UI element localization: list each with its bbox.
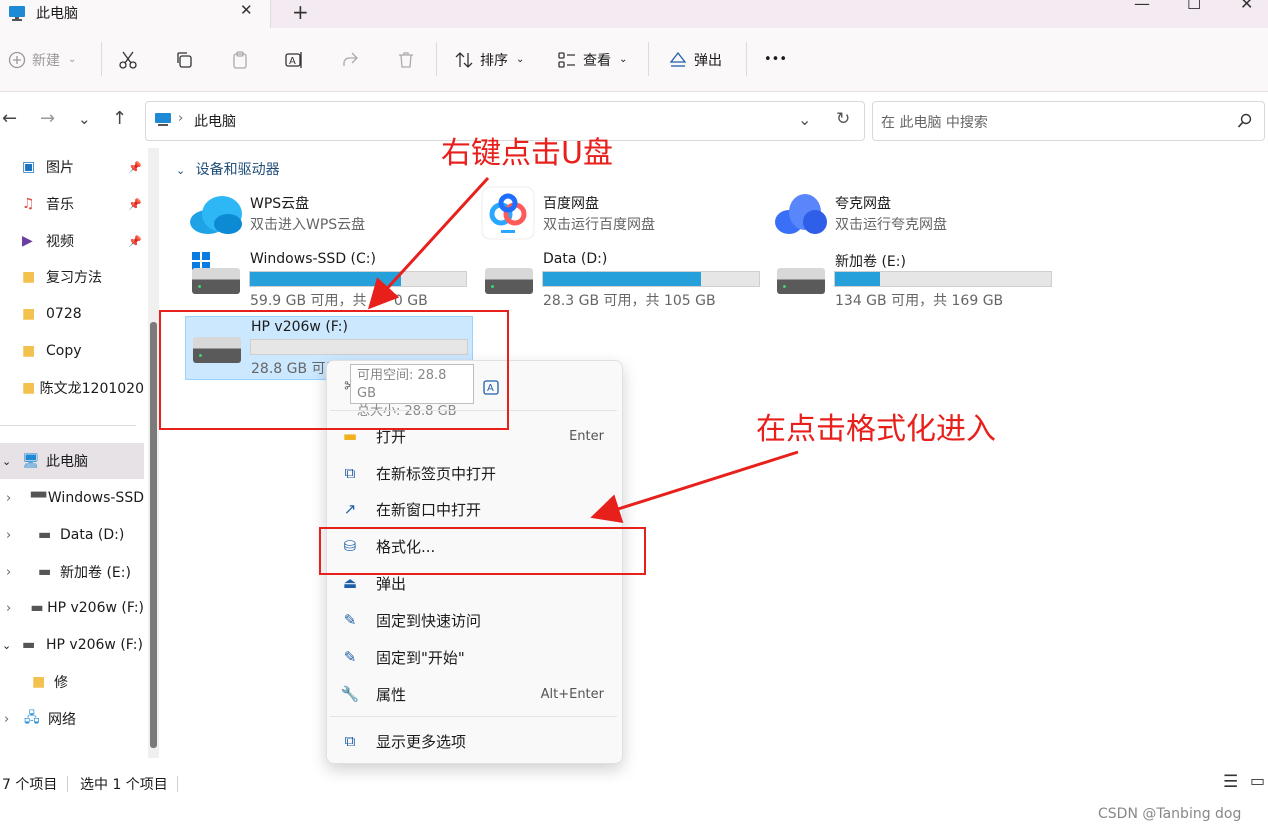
status-divider — [67, 776, 68, 792]
status-item-count: 7 个项目 — [2, 777, 58, 793]
arrow-to-usb — [367, 176, 490, 310]
details-view-icon[interactable]: ☰ — [1223, 772, 1238, 792]
tiles-view-icon[interactable]: ▭ — [1250, 771, 1265, 790]
status-divider — [177, 776, 178, 792]
annotation-arrows — [367, 176, 799, 524]
arrow-to-format — [590, 450, 799, 524]
watermark: CSDN @Tanbing dog — [1098, 806, 1242, 822]
status-selected-count: 选中 1 个项目 — [80, 777, 168, 793]
